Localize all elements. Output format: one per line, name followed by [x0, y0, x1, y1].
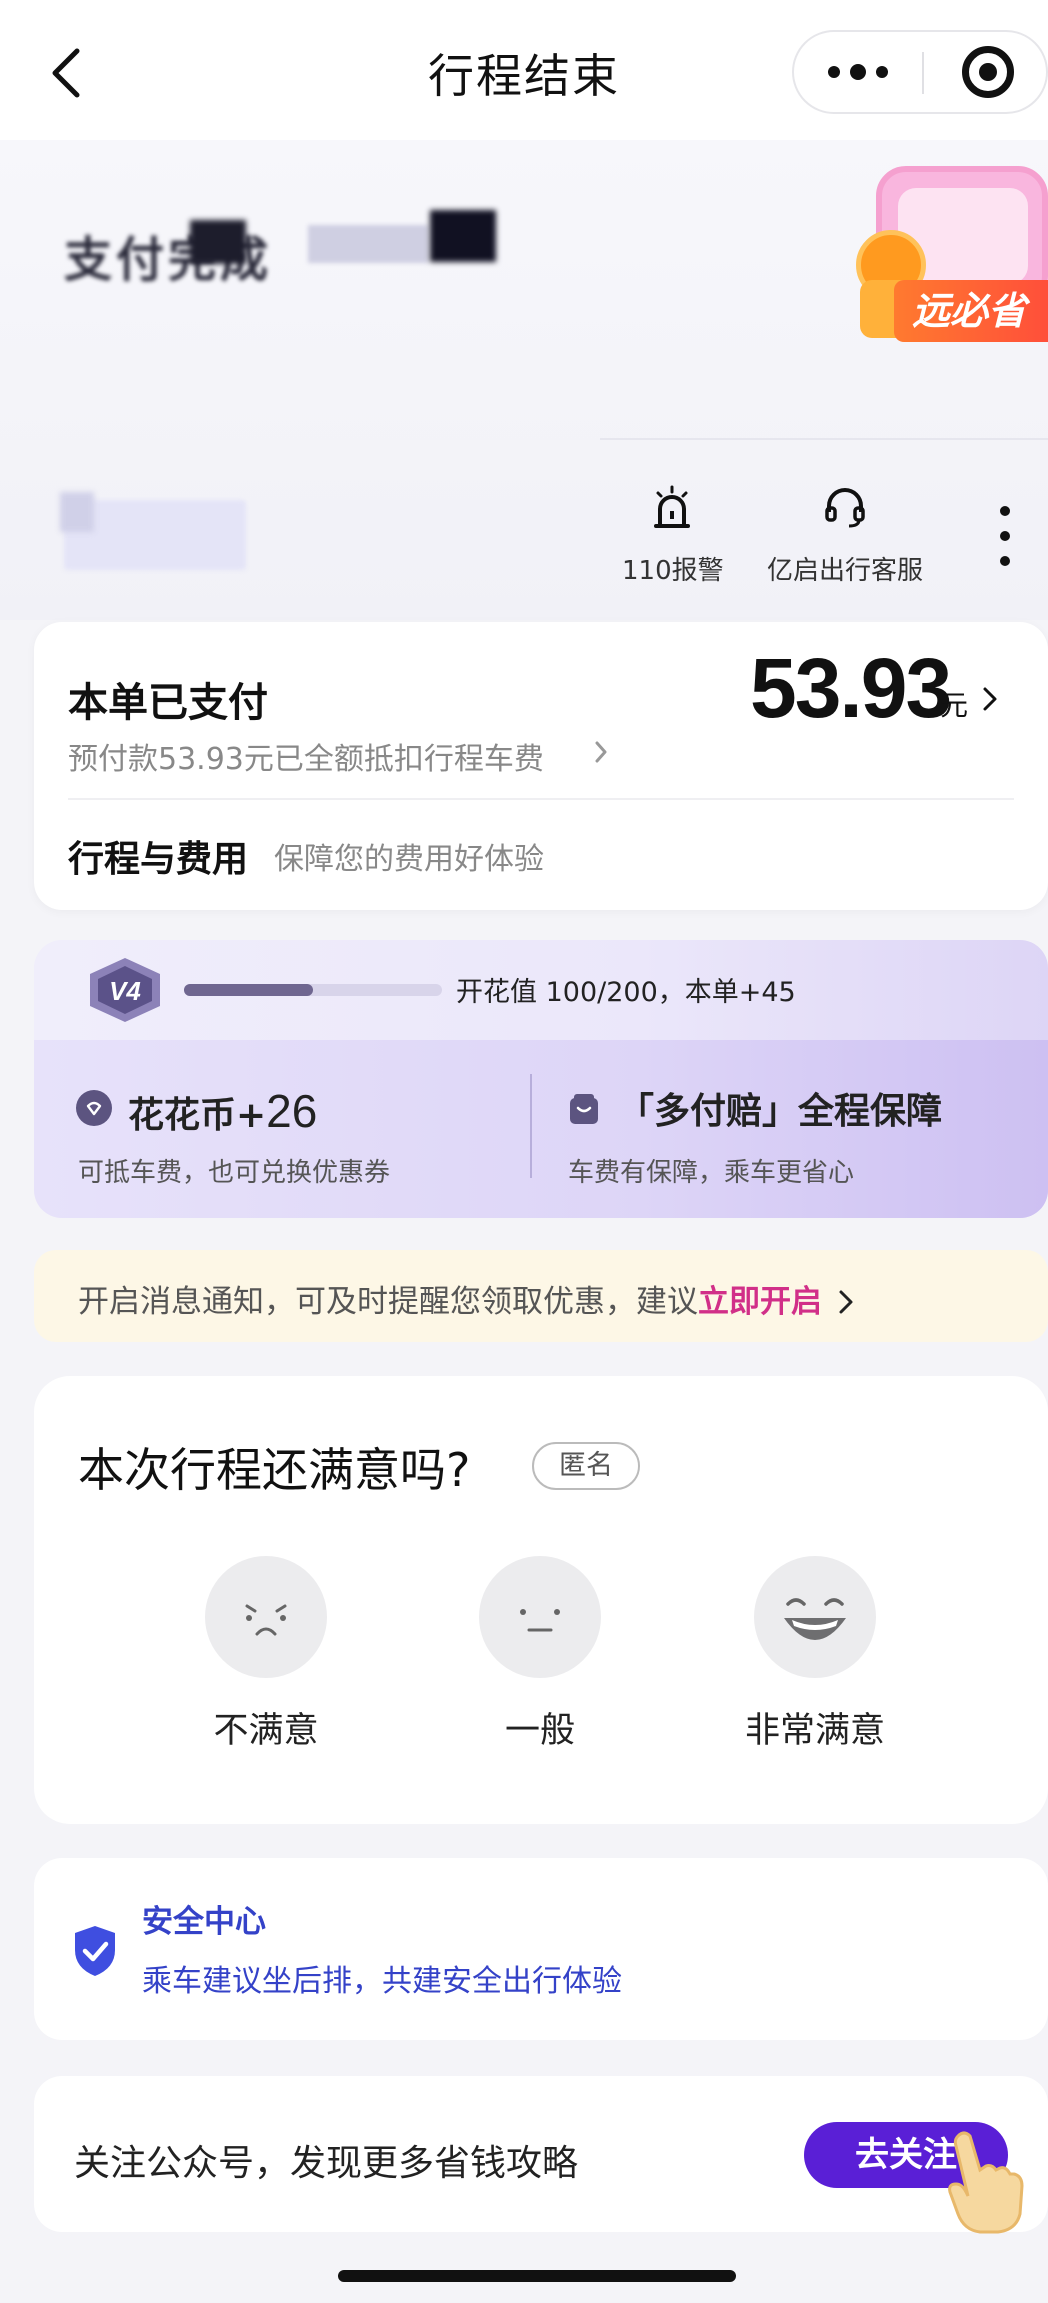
payment-card[interactable]: 本单已支付 53.93 元 预付款53.93元已全额抵扣行程车费 行程与费用 保… [34, 622, 1048, 910]
trip-fee-label[interactable]: 行程与费用 [68, 830, 248, 882]
coin-number: 26 [266, 1085, 318, 1137]
satisfaction-title: 本次行程还满意吗? [78, 1443, 471, 1497]
trip-fee-subtitle: 保障您的费用好体验 [274, 842, 544, 877]
notification-text: 开启消息通知，可及时提醒您领取优惠，建议立即开启 [78, 1276, 854, 1321]
alarm-icon [622, 480, 722, 536]
safety-center-card[interactable]: 安全中心 乘车建议坐后排，共建安全出行体验 [34, 1858, 1048, 2040]
redacted-block [190, 220, 246, 264]
flower-coin-icon [76, 1090, 112, 1126]
chevron-right-icon [839, 1290, 853, 1314]
pointing-hand-icon [940, 2126, 1030, 2236]
capsule-divider [922, 52, 924, 94]
happy-face-icon [754, 1556, 876, 1678]
chevron-right-icon [982, 686, 998, 716]
home-indicator [338, 2270, 736, 2282]
follow-account-card: 关注公众号，发现更多省钱攻略 去关注 [34, 2076, 1048, 2232]
divider [68, 798, 1014, 800]
prepay-note[interactable]: 预付款53.93元已全额抵扣行程车费 [68, 734, 544, 778]
chevron-right-icon [594, 740, 608, 768]
level-text: V4 [109, 976, 141, 1006]
level-progress-bar [184, 984, 442, 996]
notification-banner[interactable]: 开启消息通知，可及时提醒您领取优惠，建议立即开启 [34, 1250, 1048, 1342]
divider [530, 1074, 532, 1178]
rating-average[interactable]: 一般 [445, 1556, 635, 1753]
redacted-block [430, 210, 496, 262]
level-badge-icon: V4 [82, 954, 168, 1026]
coin-label: 花花币+ [128, 1095, 267, 1136]
promo-badge[interactable]: 远必省 [856, 160, 1048, 350]
target-icon [979, 63, 997, 81]
satisfaction-card: 本次行程还满意吗? 匿名 不满意 一般 非常满意 [34, 1376, 1048, 1824]
dot-icon [828, 66, 840, 78]
alarm-110-button[interactable]: 110报警 [622, 480, 724, 587]
customer-service-button[interactable]: 亿启出行客服 [760, 480, 930, 587]
redacted-block [308, 225, 428, 263]
safety-subtitle: 乘车建议坐后排，共建安全出行体验 [142, 1964, 622, 1999]
payment-amount: 53.93 [750, 641, 952, 735]
rating-label: 不满意 [213, 1711, 319, 1751]
rating-very-satisfied[interactable]: 非常满意 [720, 1556, 910, 1753]
rating-label: 一般 [504, 1711, 575, 1751]
anonymous-badge: 匿名 [532, 1442, 640, 1490]
promo-label: 远必省 [894, 280, 1048, 342]
alarm-label: 110报警 [622, 556, 724, 586]
rating-label: 非常满意 [744, 1711, 885, 1751]
dot-icon [1000, 531, 1010, 541]
safety-title: 安全中心 [142, 1904, 266, 1940]
headset-icon [760, 480, 930, 536]
currency-unit: 元 [940, 689, 969, 722]
payment-title: 本单已支付 [68, 680, 268, 726]
overpay-guarantee-title[interactable]: 「多付赔」全程保障 [618, 1082, 942, 1134]
enable-now-link[interactable]: 立即开启 [698, 1284, 822, 1320]
more-options-button[interactable] [990, 506, 1020, 566]
more-button[interactable] [794, 32, 922, 112]
notice-message: 开启消息通知，可及时提醒您领取优惠，建议 [78, 1284, 698, 1320]
dot-icon [876, 66, 888, 78]
neutral-face-icon [479, 1556, 601, 1678]
divider [600, 438, 1048, 440]
wallet-icon [568, 1092, 600, 1126]
member-benefits: 花花币+26 可抵车费，也可兑换优惠券 「多付赔」全程保障 车费有保障，乘车更省… [34, 1040, 1048, 1218]
shield-icon [72, 1924, 118, 1978]
miniapp-capsule [792, 30, 1048, 114]
progress-fill [184, 984, 313, 996]
bloom-value-text: 开花值 100/200，本单+45 [456, 977, 796, 1008]
service-label: 亿启出行客服 [766, 556, 923, 586]
nav-header: 行程结束 [0, 0, 1048, 140]
member-level-row: V4 开花值 100/200，本单+45 [34, 940, 1048, 1040]
rating-unsatisfied[interactable]: 不满意 [171, 1556, 361, 1753]
close-miniapp-button[interactable] [962, 46, 1014, 98]
membership-card[interactable]: V4 开花值 100/200，本单+45 花花币+26 可抵车费，也可兑换优惠券… [34, 940, 1048, 1218]
follow-text: 关注公众号，发现更多省钱攻略 [74, 2143, 579, 2184]
redacted-block [60, 492, 94, 532]
flower-coin-title[interactable]: 花花币+26 [128, 1084, 317, 1138]
dot-icon [1000, 506, 1010, 516]
overpay-guarantee-subtitle: 车费有保障，乘车更省心 [568, 1158, 855, 1188]
dot-icon [1000, 556, 1010, 566]
angry-face-icon [205, 1556, 327, 1678]
dot-icon [850, 64, 866, 80]
flower-coin-subtitle: 可抵车费，也可兑换优惠券 [78, 1158, 391, 1188]
